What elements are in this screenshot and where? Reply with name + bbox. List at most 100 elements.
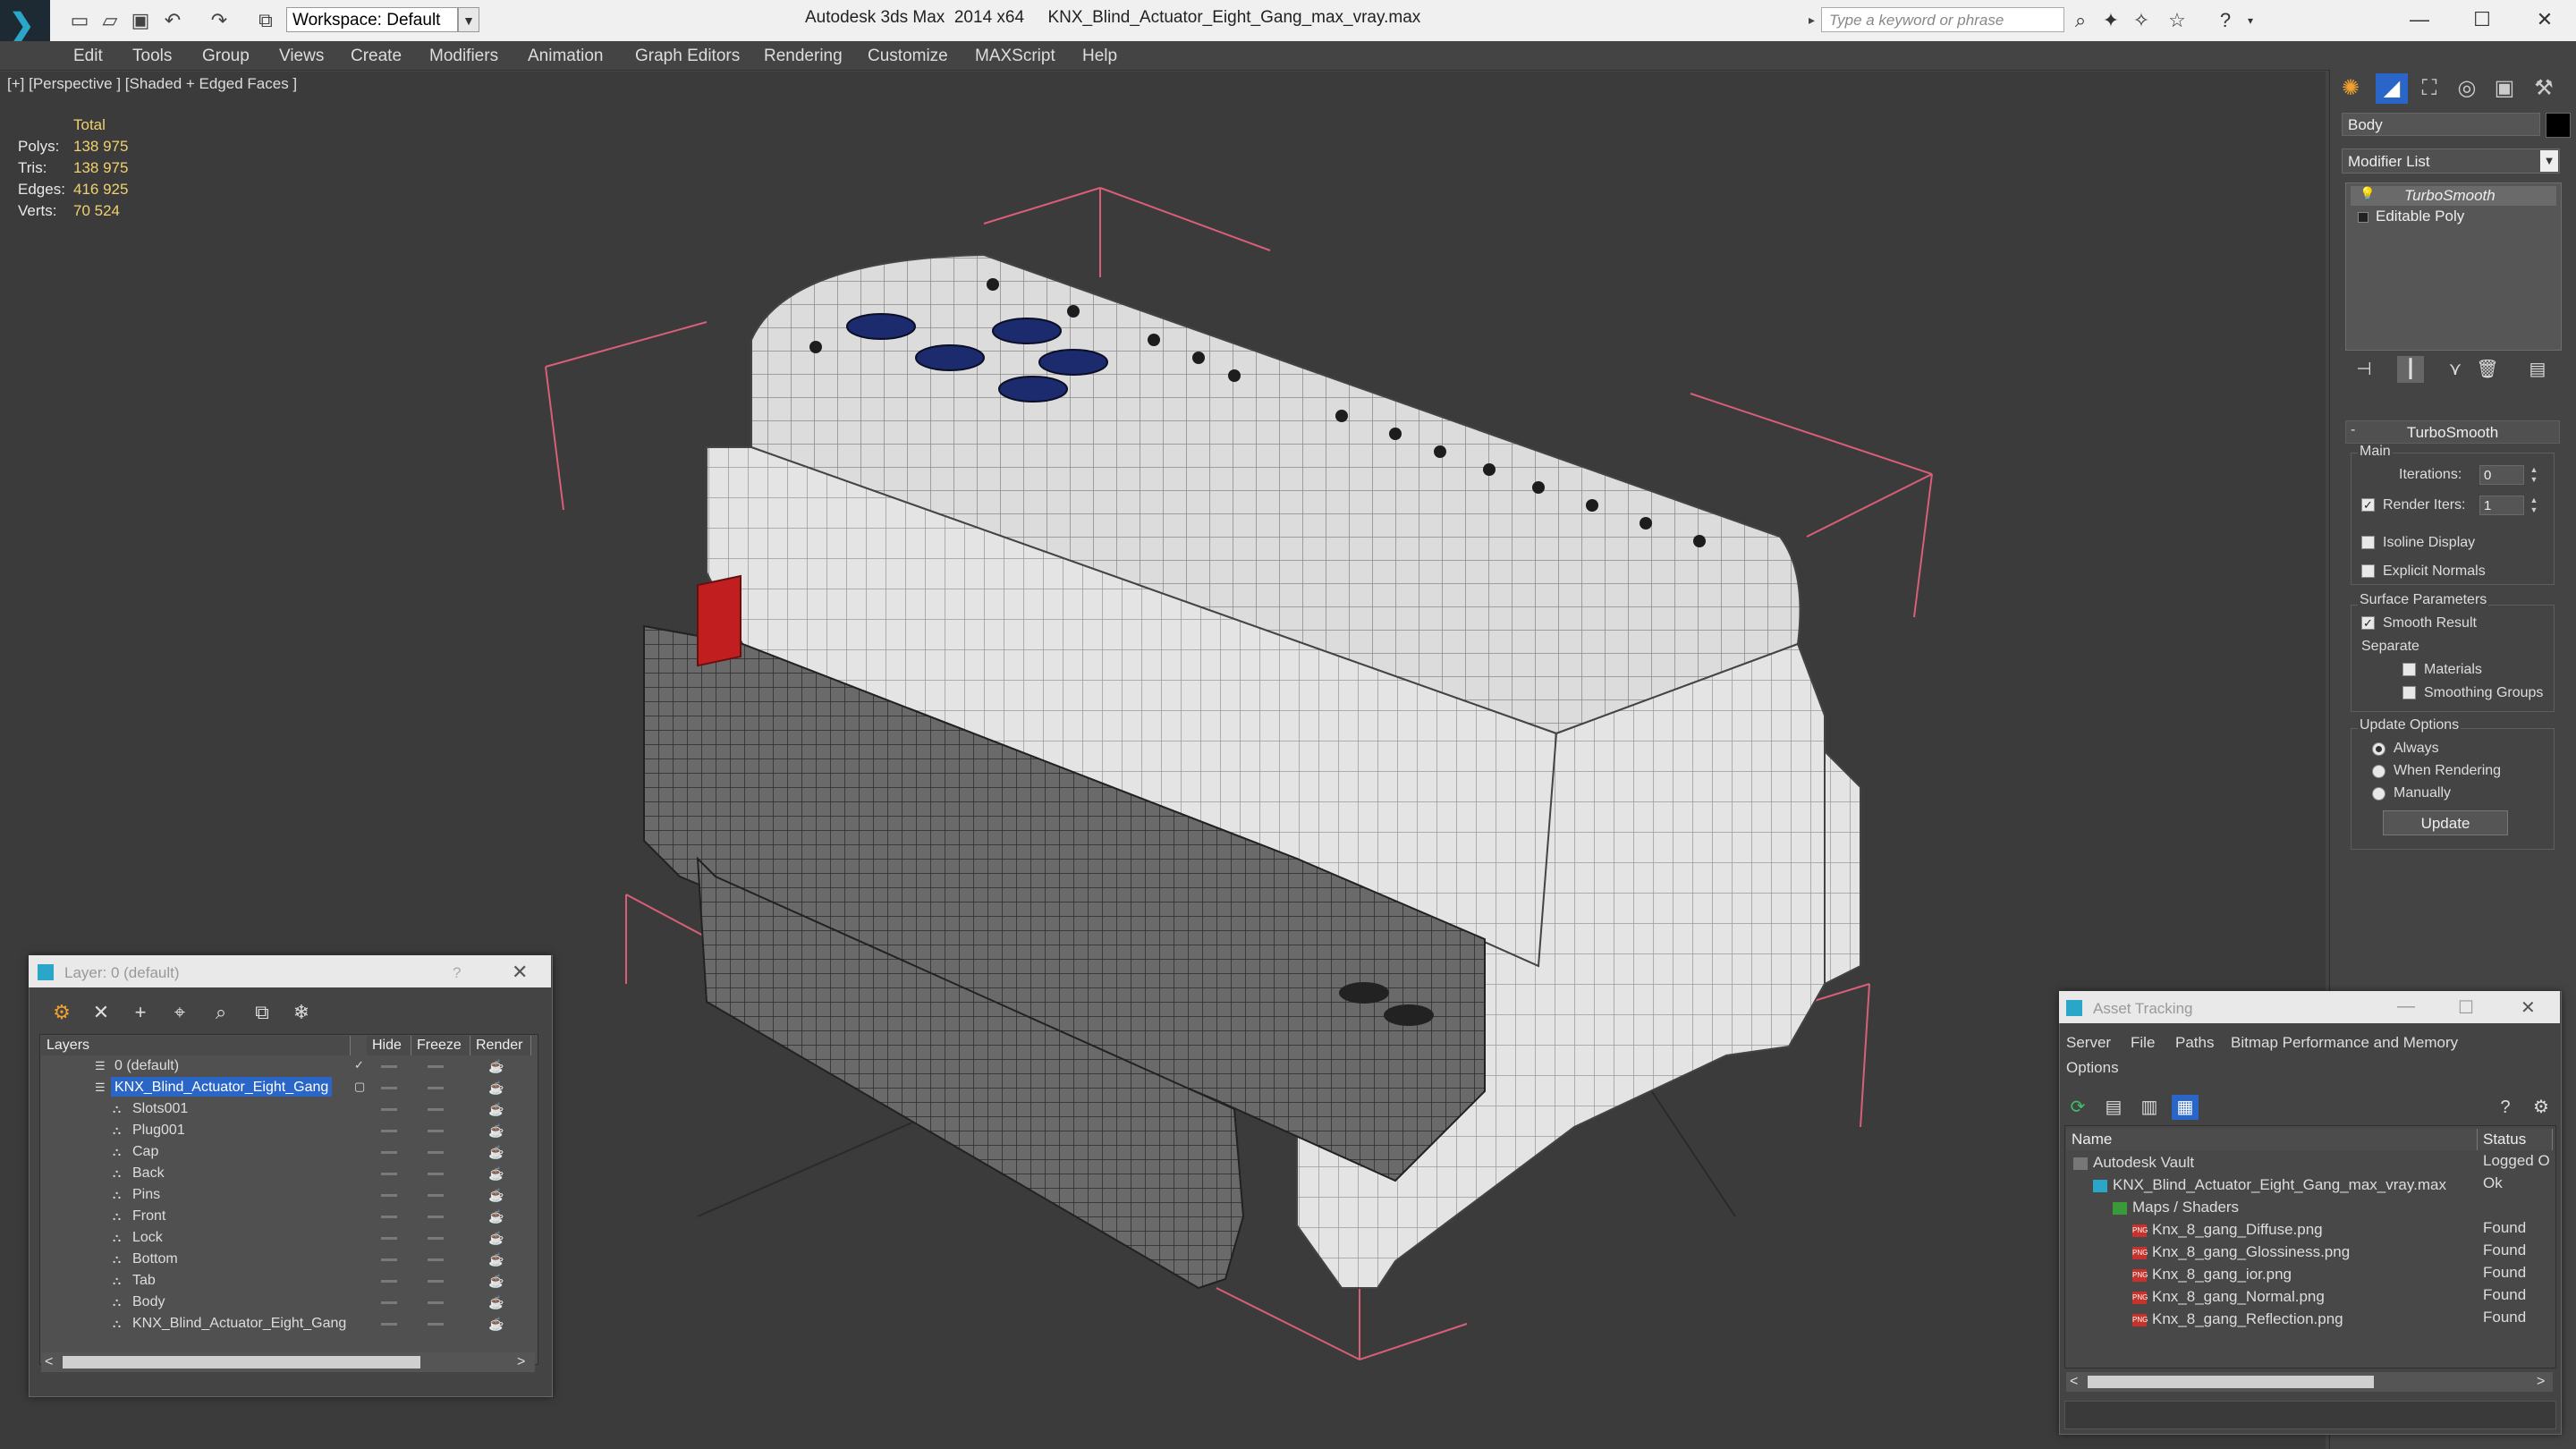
stack-item-editable-poly[interactable]: Editable Poly — [2376, 208, 2464, 225]
rollout-collapse-icon[interactable]: - — [2351, 422, 2355, 438]
hide-column-header[interactable]: Hide — [367, 1036, 411, 1055]
menu-options[interactable]: Options — [2066, 1059, 2119, 1077]
hide-toggle[interactable] — [381, 1173, 397, 1175]
minimize-button[interactable]: — — [2397, 996, 2415, 1017]
menu-edit[interactable]: Edit — [73, 47, 103, 66]
asset-row[interactable]: PNG Knx_8_gang_Diffuse.png — [2132, 1219, 2323, 1241]
list-view-icon[interactable]: ▤ — [2100, 1095, 2127, 1120]
layer-row[interactable]: ⛬ Cap ☕ — [41, 1141, 524, 1163]
hide-toggle[interactable] — [381, 1194, 397, 1197]
scrollbar-thumb[interactable] — [63, 1356, 420, 1368]
add-to-layer-icon[interactable]: + — [127, 1000, 154, 1025]
render-teapot-icon[interactable]: ☕ — [488, 1206, 504, 1227]
display-tab-icon[interactable]: ▣ — [2488, 73, 2521, 104]
lightbulb-icon[interactable]: 💡 — [2360, 186, 2375, 201]
freeze-toggle[interactable] — [428, 1173, 444, 1175]
menu-customize[interactable]: Customize — [868, 47, 948, 66]
menu-bitmap-performance[interactable]: Bitmap Performance and Memory — [2231, 1034, 2458, 1052]
object-name-field[interactable]: Body — [2342, 113, 2540, 136]
render-teapot-icon[interactable]: ☕ — [488, 1163, 504, 1184]
render-teapot-icon[interactable]: ☕ — [488, 1270, 504, 1292]
scroll-right-icon[interactable]: > — [517, 1354, 525, 1370]
modify-tab-icon[interactable]: ◢ — [2376, 73, 2408, 104]
materials-checkbox[interactable] — [2402, 663, 2416, 676]
layer-row-name[interactable]: 0 (default) — [111, 1055, 182, 1075]
hide-toggle[interactable] — [381, 1280, 397, 1283]
save-file-icon[interactable]: ▣ — [129, 9, 152, 32]
menu-help[interactable]: Help — [1082, 47, 1117, 66]
favorites-star-icon[interactable]: ☆ — [2165, 9, 2190, 32]
menu-group[interactable]: Group — [202, 47, 250, 66]
motion-tab-icon[interactable]: ◎ — [2451, 73, 2483, 104]
search-input[interactable]: Type a keyword or phrase — [1821, 7, 2064, 32]
freeze-toggle[interactable] — [428, 1237, 444, 1240]
minimize-button[interactable]: — — [2397, 4, 2442, 36]
menu-file[interactable]: File — [2131, 1034, 2155, 1052]
render-iters-spinner[interactable]: 1 — [2479, 496, 2524, 515]
menu-server[interactable]: Server — [2066, 1034, 2111, 1052]
render-teapot-icon[interactable]: ☕ — [488, 1055, 504, 1077]
freeze-column-header[interactable]: Freeze — [411, 1036, 470, 1055]
make-unique-icon[interactable]: ⋎ — [2442, 356, 2469, 383]
layer-row[interactable]: ☰ 0 (default) ✓ ☕ — [41, 1055, 524, 1077]
render-teapot-icon[interactable]: ☕ — [488, 1292, 504, 1313]
isoline-display-checkbox[interactable] — [2361, 536, 2375, 549]
freeze-toggle[interactable] — [428, 1087, 444, 1089]
render-teapot-icon[interactable]: ☕ — [488, 1120, 504, 1141]
scrollbar-thumb[interactable] — [2088, 1376, 2374, 1388]
scroll-left-icon[interactable]: < — [45, 1354, 53, 1370]
chevron-down-icon[interactable]: ▼ — [458, 7, 479, 32]
layer-row-name[interactable]: KNX_Blind_Actuator_Eight_Gang — [129, 1313, 350, 1333]
menu-tools[interactable]: Tools — [132, 47, 172, 66]
binoculars-icon[interactable]: ⌕ — [2068, 9, 2093, 32]
render-iters-checkbox[interactable]: ✓ — [2361, 498, 2375, 512]
viewport-label[interactable]: [+] [Perspective ] [Shaded + Edged Faces… — [7, 75, 297, 93]
menu-rendering[interactable]: Rendering — [764, 47, 843, 66]
menu-modifiers[interactable]: Modifiers — [429, 47, 498, 66]
layer-row-name[interactable]: Lock — [129, 1227, 166, 1247]
freeze-toggle[interactable] — [428, 1280, 444, 1283]
undo-icon[interactable]: ↶ — [161, 9, 184, 32]
layer-row-name[interactable]: Bottom — [129, 1249, 182, 1268]
turbosmooth-rollout-header[interactable]: TurboSmooth — [2345, 420, 2560, 444]
smooth-result-checkbox[interactable]: ✓ — [2361, 616, 2375, 630]
hide-toggle[interactable] — [381, 1130, 397, 1132]
freeze-toggle[interactable] — [428, 1065, 444, 1068]
name-column-header[interactable]: Name — [2066, 1129, 2478, 1150]
hide-toggle[interactable] — [381, 1258, 397, 1261]
render-teapot-icon[interactable]: ☕ — [488, 1184, 504, 1206]
iterations-spinner[interactable]: 0 — [2479, 465, 2524, 485]
layer-row[interactable]: ⛬ Slots001 ☕ — [41, 1098, 524, 1120]
layer-row[interactable]: ⛬ Tab ☕ — [41, 1270, 524, 1292]
close-button[interactable]: ✕ — [2522, 4, 2567, 36]
when-rendering-radio[interactable] — [2372, 765, 2385, 778]
hide-toggle[interactable] — [381, 1108, 397, 1111]
layer-row-name[interactable]: Front — [129, 1206, 169, 1225]
render-teapot-icon[interactable]: ☕ — [488, 1098, 504, 1120]
layer-row[interactable]: ⛬ Back ☕ — [41, 1163, 524, 1184]
maximize-button[interactable]: ☐ — [2458, 996, 2474, 1019]
hide-toggle[interactable] — [381, 1323, 397, 1326]
layer-row[interactable]: ⛬ KNX_Blind_Actuator_Eight_Gang ☕ — [41, 1313, 524, 1335]
layer-row-name[interactable]: Tab — [129, 1270, 159, 1290]
hide-toggle[interactable] — [381, 1087, 397, 1089]
close-icon[interactable]: ✕ — [2521, 996, 2536, 1019]
object-color-swatch[interactable] — [2546, 113, 2571, 138]
maximize-button[interactable]: ☐ — [2460, 4, 2504, 36]
layer-row[interactable]: ⛬ Front ☕ — [41, 1206, 524, 1227]
asset-row[interactable]: PNG Knx_8_gang_Glossiness.png — [2132, 1241, 2350, 1263]
layer-row-name[interactable]: Pins — [129, 1184, 164, 1204]
layers-column-header[interactable]: Layers — [41, 1036, 351, 1055]
select-in-layer-icon[interactable]: ⌖ — [166, 1000, 193, 1025]
help-icon[interactable]: ? — [2213, 9, 2238, 32]
asset-row[interactable]: PNG Knx_8_gang_Normal.png — [2132, 1286, 2325, 1308]
refresh-icon[interactable]: ⟳ — [2064, 1095, 2091, 1120]
layer-row-name[interactable]: KNX_Blind_Actuator_Eight_Gang — [111, 1077, 333, 1097]
hide-toggle[interactable] — [381, 1301, 397, 1304]
manually-radio[interactable] — [2372, 787, 2385, 801]
redo-icon[interactable]: ↷ — [208, 9, 231, 32]
render-column-header[interactable]: Render — [470, 1036, 531, 1055]
smoothing-groups-checkbox[interactable] — [2402, 686, 2416, 699]
asset-row[interactable]: PNG Knx_8_gang_Reflection.png — [2132, 1309, 2343, 1330]
menu-create[interactable]: Create — [351, 47, 402, 66]
